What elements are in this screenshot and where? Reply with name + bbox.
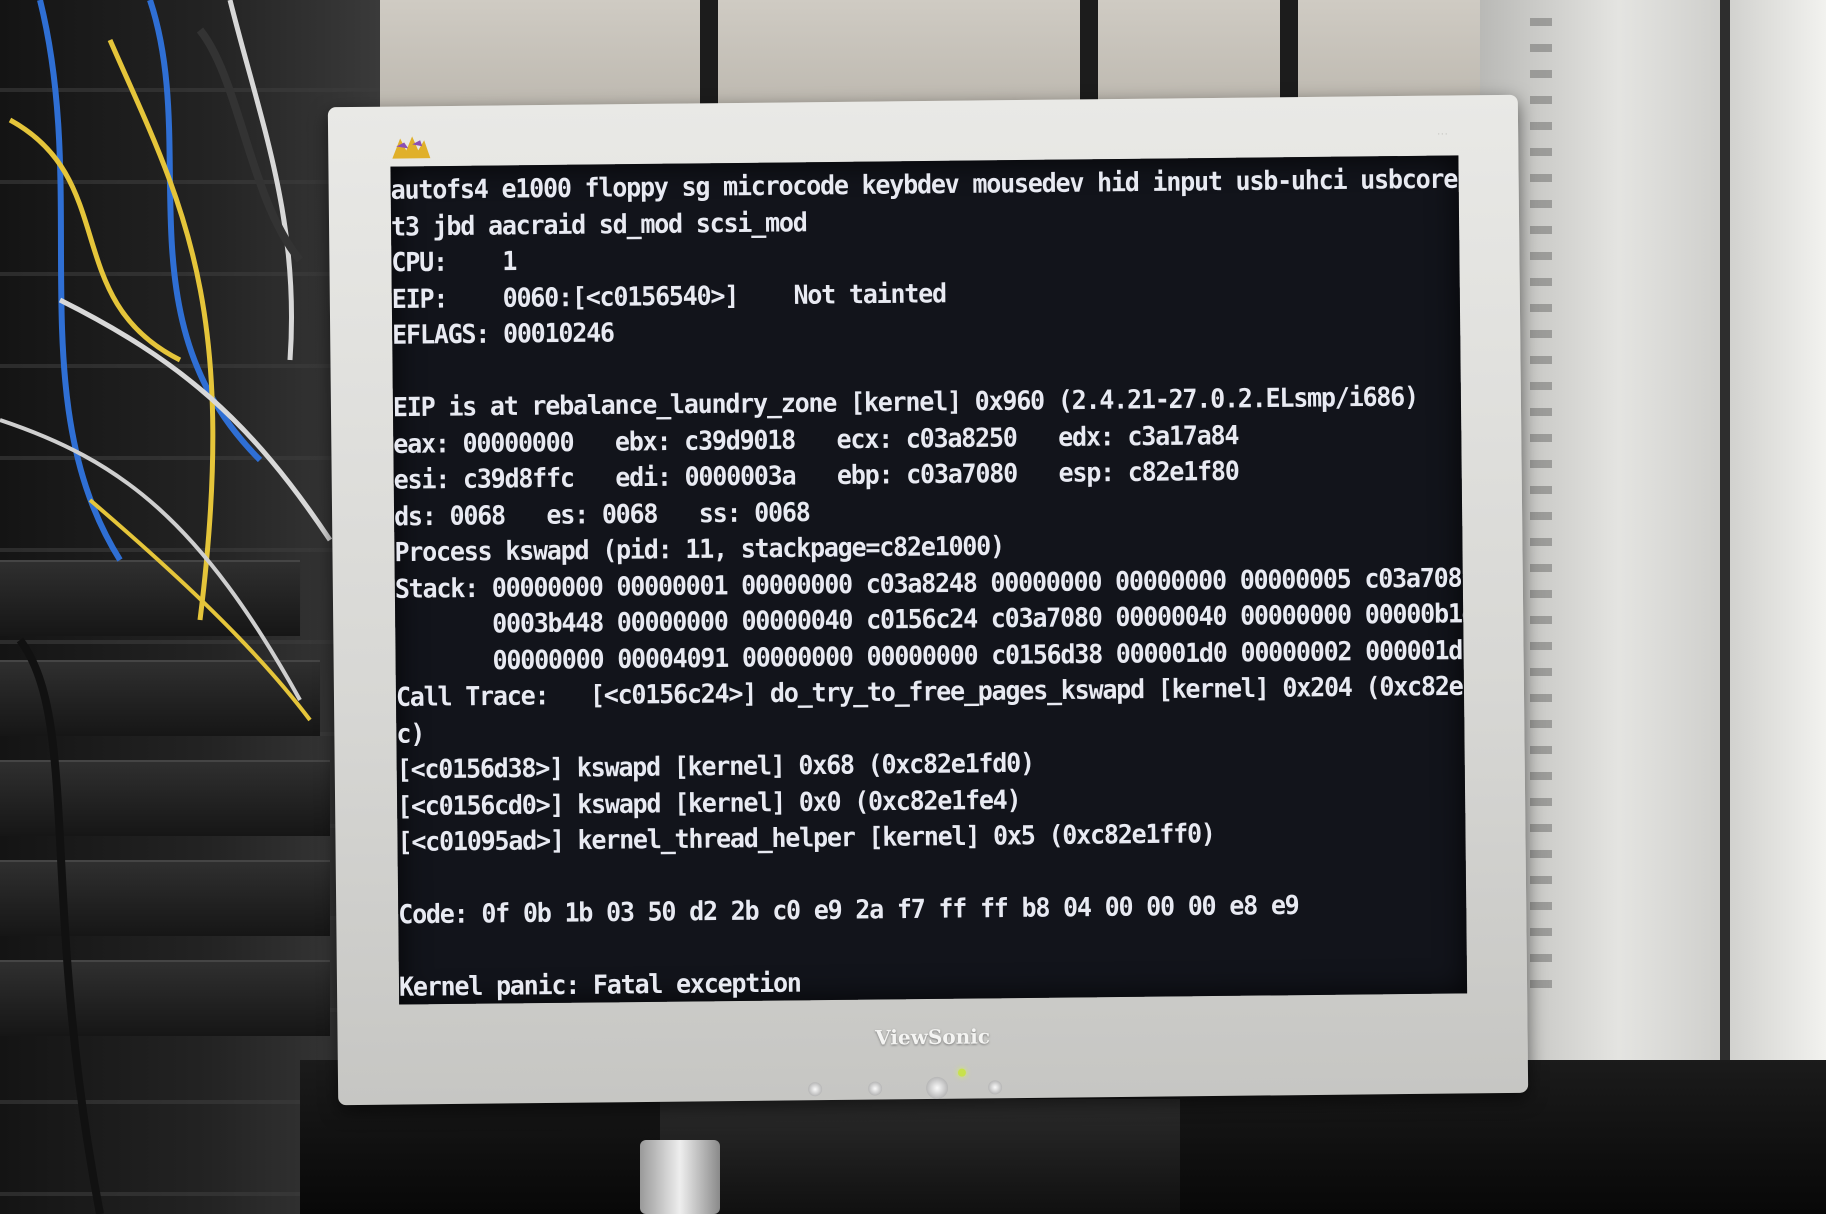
monitor-model-badge: ... [1436, 123, 1449, 138]
network-cables [0, 0, 333, 1214]
monitor-button[interactable] [988, 1080, 1003, 1095]
monitor-control-buttons [808, 1076, 1048, 1101]
monitor-button[interactable] [808, 1082, 823, 1097]
left-server-rack [0, 0, 380, 1214]
lcd-monitor: ... autofs4 e1000 floppy sg microcode ke… [327, 94, 1529, 1106]
monitor-screen: autofs4 e1000 floppy sg microcode keybde… [390, 155, 1468, 1005]
power-led-icon [957, 1068, 966, 1077]
rack-bracket [1720, 0, 1826, 1214]
photo-scene: ... autofs4 e1000 floppy sg microcode ke… [0, 0, 1826, 1214]
monitor-stand [660, 1099, 1180, 1214]
monitor-button[interactable] [868, 1081, 883, 1096]
stand-cylinder [640, 1140, 720, 1214]
viewsonic-birds-logo-icon [392, 136, 431, 159]
kernel-panic-console: autofs4 e1000 floppy sg microcode keybde… [390, 161, 1468, 1004]
power-button[interactable] [925, 1076, 949, 1100]
monitor-brand-label: ViewSonic [875, 1024, 991, 1050]
rack-mounting-holes [1530, 0, 1552, 1000]
